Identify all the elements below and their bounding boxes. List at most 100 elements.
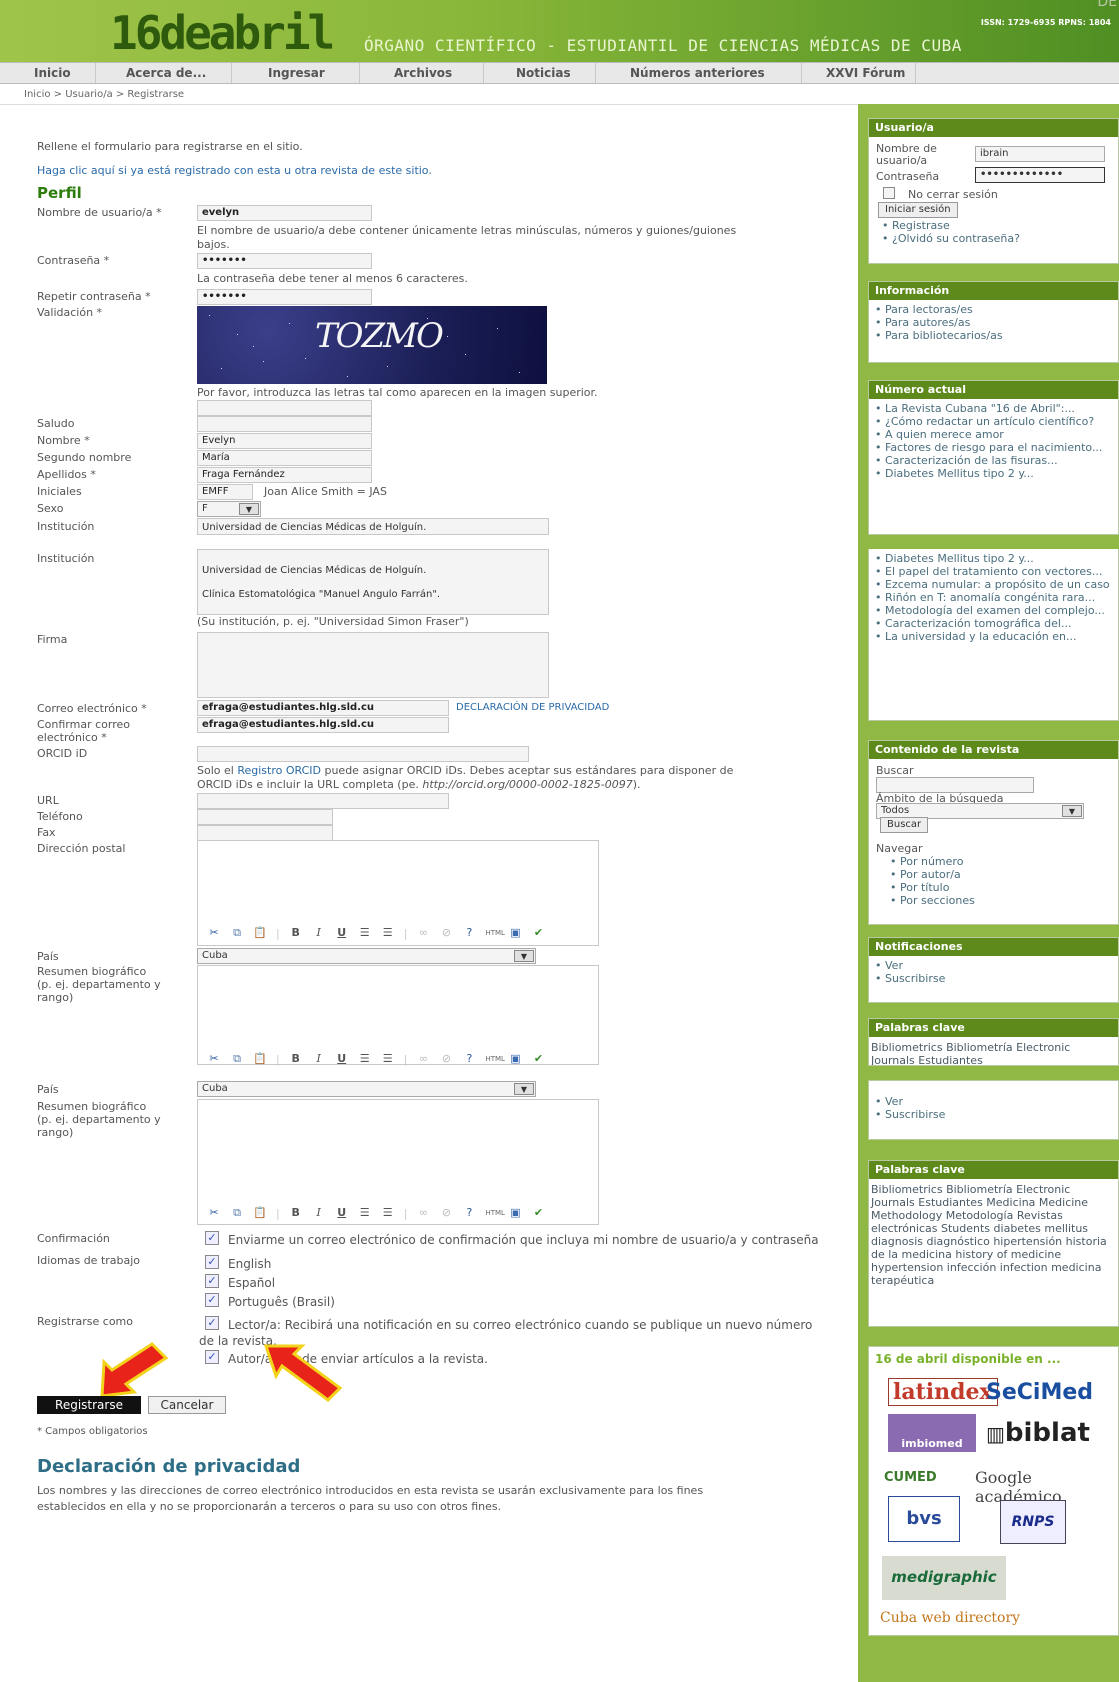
numbered-list-icon[interactable]: ☰ [381, 1206, 395, 1220]
browse-by-issue-link[interactable]: Por número [898, 855, 975, 868]
notif-view-link[interactable]: Ver [883, 1095, 1114, 1108]
privacy-statement-link[interactable]: DECLARACIÓN DE PRIVACIDAD [456, 702, 609, 713]
spellcheck-icon[interactable]: ✔ [531, 1206, 545, 1220]
notif-subscribe-link[interactable]: Suscribirse [883, 972, 1114, 985]
password-input[interactable]: ••••••• [197, 253, 372, 269]
bold-icon[interactable]: B [289, 1206, 303, 1220]
article-link[interactable]: Riñón en T: anomalía congénita rara... [883, 591, 1114, 604]
bullet-list-icon[interactable]: ☰ [358, 926, 372, 940]
search-input[interactable] [876, 777, 1034, 793]
cuba-web-directory-logo[interactable]: Cuba web directory [880, 1610, 1020, 1626]
latindex-logo[interactable]: latindex [888, 1378, 998, 1406]
cancel-button[interactable]: Cancelar [148, 1396, 226, 1414]
bio-editor-partial[interactable] [197, 965, 599, 1065]
rnps-logo[interactable]: RNPS [1000, 1500, 1066, 1544]
article-link[interactable]: El papel del tratamiento con vectores... [883, 565, 1114, 578]
info-readers-link[interactable]: Para lectoras/es [883, 303, 1114, 316]
numbered-list-icon[interactable]: ☰ [381, 1052, 395, 1066]
remember-checkbox[interactable] [883, 187, 895, 199]
last-name-input[interactable]: Fraga Fernández [197, 467, 372, 483]
copy-icon[interactable]: ⧉ [230, 926, 244, 940]
forgot-password-link[interactable]: ¿Olvidó su contraseña? [890, 232, 1020, 245]
sb-username-input[interactable]: ibrain [975, 146, 1105, 162]
nav-acerca[interactable]: Acerca de... [96, 63, 232, 83]
biblat-logo[interactable]: ▥biblat [986, 1418, 1090, 1448]
copy-icon[interactable]: ⧉ [230, 1052, 244, 1066]
notif-subscribe-link[interactable]: Suscribirse [883, 1108, 1114, 1121]
image-icon[interactable]: ▣ [508, 1206, 522, 1220]
keywords-cloud-partial[interactable]: Bibliometrics Bibliometría Electronic Jo… [869, 1037, 1118, 1065]
link-icon[interactable]: ∞ [416, 926, 430, 940]
article-link[interactable]: Diabetes Mellitus tipo 2 y... [883, 552, 1114, 565]
spellcheck-icon[interactable]: ✔ [531, 926, 545, 940]
link-icon[interactable]: ∞ [416, 1052, 430, 1066]
help-icon[interactable]: ? [462, 926, 476, 940]
username-input[interactable]: evelyn [197, 205, 372, 221]
help-icon[interactable]: ? [462, 1206, 476, 1220]
register-button[interactable]: Registrarse [37, 1396, 141, 1414]
paste-icon[interactable]: 📋 [253, 1052, 267, 1066]
image-icon[interactable]: ▣ [508, 1052, 522, 1066]
fax-input[interactable] [197, 825, 333, 841]
bullet-list-icon[interactable]: ☰ [358, 1206, 372, 1220]
article-link[interactable]: ¿Cómo redactar un artículo científico? [883, 415, 1114, 428]
reader-role-checkbox[interactable]: ✓ [205, 1316, 219, 1330]
institution-textarea-partial[interactable]: Universidad de Ciencias Médicas de Holgu… [197, 518, 549, 535]
cut-icon[interactable]: ✂ [207, 1052, 221, 1066]
article-link[interactable]: Caracterización tomográfica del... [883, 617, 1114, 630]
browse-by-title-link[interactable]: Por título [898, 881, 975, 894]
article-link[interactable]: La universidad y la educación en... [883, 630, 1114, 643]
repeat-password-input[interactable]: ••••••• [197, 289, 372, 305]
cut-icon[interactable]: ✂ [207, 1206, 221, 1220]
register-link[interactable]: Registrase [890, 219, 1020, 232]
unlink-icon[interactable]: ⊘ [439, 1052, 453, 1066]
link-icon[interactable]: ∞ [416, 1206, 430, 1220]
underline-icon[interactable]: U [335, 1052, 349, 1066]
author-role-checkbox[interactable]: ✓ [205, 1350, 219, 1364]
already-registered-link[interactable]: Haga clic aquí si ya está registrado con… [37, 164, 432, 177]
browse-by-section-link[interactable]: Por secciones [898, 894, 975, 907]
greeting-input[interactable] [197, 416, 372, 432]
nav-numeros-anteriores[interactable]: Números anteriores [596, 63, 802, 83]
cut-icon[interactable]: ✂ [207, 926, 221, 940]
html-icon[interactable]: HTML [485, 1206, 504, 1220]
sex-select[interactable]: F ▼ [197, 501, 261, 517]
nav-forum[interactable]: XXVI Fórum [802, 63, 916, 83]
article-link[interactable]: La Revista Cubana "16 de Abril":... [883, 402, 1114, 415]
nav-archivos[interactable]: Archivos [360, 63, 484, 83]
nav-inicio[interactable]: Inicio [0, 63, 96, 83]
lang-spanish-checkbox[interactable]: ✓ [205, 1274, 219, 1288]
numbered-list-icon[interactable]: ☰ [381, 926, 395, 940]
help-icon[interactable]: ? [462, 1052, 476, 1066]
signature-textarea[interactable] [197, 632, 549, 698]
phone-input[interactable] [197, 809, 333, 825]
italic-icon[interactable]: I [312, 926, 326, 940]
italic-icon[interactable]: I [312, 1052, 326, 1066]
html-icon[interactable]: HTML [485, 926, 504, 940]
lang-portuguese-checkbox[interactable]: ✓ [205, 1293, 219, 1307]
browse-by-author-link[interactable]: Por autor/a [898, 868, 975, 881]
article-link[interactable]: Factores de riesgo para el nacimiento... [883, 441, 1114, 454]
image-icon[interactable]: ▣ [508, 926, 522, 940]
copy-icon[interactable]: ⧉ [230, 1206, 244, 1220]
info-authors-link[interactable]: Para autores/as [883, 316, 1114, 329]
search-button[interactable]: Buscar [880, 817, 929, 833]
article-link[interactable]: A quien merece amor [883, 428, 1114, 441]
bvs-logo[interactable]: bvs [888, 1496, 960, 1542]
bullet-list-icon[interactable]: ☰ [358, 1052, 372, 1066]
lang-english-checkbox[interactable]: ✓ [205, 1255, 219, 1269]
confirmation-checkbox[interactable]: ✓ [205, 1231, 219, 1245]
unlink-icon[interactable]: ⊘ [439, 1206, 453, 1220]
nav-noticias[interactable]: Noticias [484, 63, 596, 83]
confirm-email-input[interactable]: efraga@estudiantes.hlg.sld.cu [197, 717, 449, 733]
sb-password-input[interactable]: ••••••••••••• [975, 167, 1105, 183]
article-link[interactable]: Ezcema numular: a propósito de un caso [883, 578, 1114, 591]
cumed-logo[interactable]: CUMED [884, 1470, 937, 1485]
bold-icon[interactable]: B [289, 926, 303, 940]
nav-ingresar[interactable]: Ingresar [232, 63, 360, 83]
info-librarians-link[interactable]: Para bibliotecarios/as [883, 329, 1114, 342]
notif-view-link[interactable]: Ver [883, 959, 1114, 972]
spellcheck-icon[interactable]: ✔ [531, 1052, 545, 1066]
orcid-input[interactable] [197, 746, 529, 762]
unlink-icon[interactable]: ⊘ [439, 926, 453, 940]
